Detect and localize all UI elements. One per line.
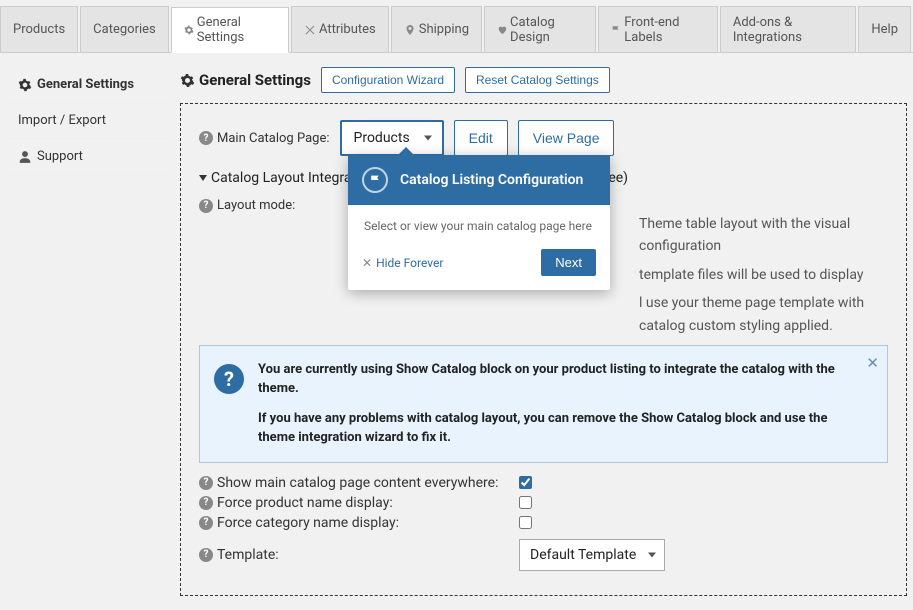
force-product-name-checkbox[interactable] [519,496,532,509]
onboarding-popover: Catalog Listing Configuration Select or … [348,155,610,290]
gear-icon [180,73,195,88]
force-product-name-label: ?Force product name display: [199,495,519,511]
question-icon: ? [214,364,244,394]
sidebar-item-support[interactable]: Support [6,139,172,175]
tab-frontend-labels[interactable]: Front-end Labels [598,6,718,52]
x-icon: ✕ [362,256,372,270]
sidebar-item-import-export[interactable]: Import / Export [6,103,172,139]
view-page-button[interactable]: View Page [518,120,615,156]
force-category-name-checkbox[interactable] [519,516,532,529]
tab-categories[interactable]: Categories [80,6,169,52]
info-text-1: You are currently using Show Catalog blo… [258,360,851,399]
help-icon[interactable]: ? [199,516,213,530]
help-icon[interactable]: ? [199,548,213,562]
force-category-name-label: ?Force category name display: [199,515,519,531]
tab-products[interactable]: Products [0,6,78,52]
gear-icon [184,24,194,36]
page-title: General Settings [180,71,311,89]
help-icon[interactable]: ? [199,199,213,213]
show-main-catalog-label: ?Show main catalog page content everywhe… [199,475,519,491]
tab-addons[interactable]: Add-ons & Integrations [720,6,857,52]
close-icon[interactable]: ✕ [866,352,879,375]
tab-help[interactable]: Help [858,6,911,52]
template-label: ?Template: [199,547,519,563]
caret-down-icon [199,175,207,181]
next-button[interactable]: Next [541,249,596,276]
tab-attributes[interactable]: Attributes [291,6,389,52]
tab-shipping[interactable]: Shipping [391,6,482,52]
info-text-2: If you have any problems with catalog la… [258,409,851,448]
template-select[interactable]: Default Template [519,539,665,571]
hide-forever-link[interactable]: ✕ Hide Forever [362,256,443,270]
layout-mode-option-3: l use your theme page template with cata… [369,292,888,337]
show-main-catalog-checkbox[interactable] [519,476,532,489]
user-icon [18,150,32,164]
content-area: General Settings Configuration Wizard Re… [180,67,907,596]
sidebar-item-general-settings[interactable]: General Settings [6,67,172,103]
tab-catalog-design[interactable]: Catalog Design [484,6,596,52]
tab-general-settings[interactable]: General Settings [171,7,289,53]
popover-arrow [398,147,414,155]
main-catalog-page-label: ? Main Catalog Page: [199,131,330,146]
gear-icon [18,78,32,92]
flag-icon [611,24,621,36]
main-catalog-page-select[interactable]: Products [340,120,444,156]
configuration-wizard-button[interactable]: Configuration Wizard [321,67,455,93]
command-icon [304,24,316,36]
sidebar: General Settings Import / Export Support [6,67,172,596]
heart-icon [497,24,507,36]
reset-catalog-settings-button[interactable]: Reset Catalog Settings [465,67,610,93]
flag-icon [362,167,388,193]
popover-body: Select or view your main catalog page he… [348,205,610,243]
pin-icon [404,24,416,36]
help-icon[interactable]: ? [199,476,213,490]
help-icon[interactable]: ? [199,496,213,510]
help-icon[interactable]: ? [199,131,213,145]
layout-mode-label: ? Layout mode: [199,198,369,213]
top-tabs: Products Categories General Settings Att… [0,0,913,53]
edit-button[interactable]: Edit [454,120,508,156]
popover-title: Catalog Listing Configuration [400,172,583,188]
info-box: ✕ ? You are currently using Show Catalog… [199,345,888,463]
